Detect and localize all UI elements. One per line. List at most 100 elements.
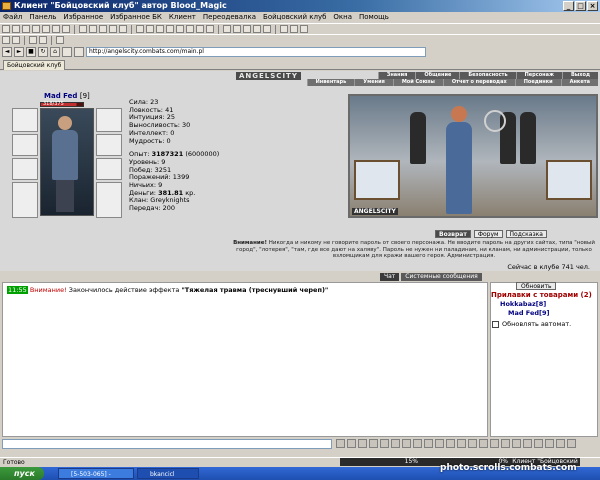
chat-tool-icon[interactable] bbox=[545, 439, 554, 448]
nav-profile[interactable]: Анкета bbox=[560, 79, 598, 86]
chat-tool-icon[interactable] bbox=[402, 439, 411, 448]
nav-skills[interactable]: Умения bbox=[354, 79, 393, 86]
tool-icon[interactable] bbox=[176, 25, 184, 33]
tool-icon[interactable] bbox=[290, 25, 298, 33]
chat-tool-icon[interactable] bbox=[413, 439, 422, 448]
save-icon[interactable] bbox=[22, 25, 30, 33]
forward-icon[interactable]: ► bbox=[14, 47, 24, 57]
tool-icon[interactable] bbox=[243, 25, 251, 33]
open-icon[interactable] bbox=[12, 25, 20, 33]
tool-icon[interactable] bbox=[12, 36, 20, 44]
tool-icon[interactable] bbox=[196, 25, 204, 33]
tab-fight-club[interactable]: Бойцовский клуб bbox=[3, 60, 66, 70]
hint-button[interactable]: Подсказка bbox=[505, 230, 547, 238]
home-icon[interactable] bbox=[119, 25, 127, 33]
nav-exit[interactable]: Выход bbox=[561, 72, 598, 79]
tool-icon[interactable] bbox=[253, 25, 261, 33]
nav-knowledge[interactable]: Знания bbox=[377, 72, 416, 79]
tab-chat[interactable]: Чат bbox=[380, 273, 400, 281]
tool-icon[interactable] bbox=[146, 25, 154, 33]
tool-icon[interactable] bbox=[223, 25, 231, 33]
stall-user[interactable]: Mad Fed[9] bbox=[508, 309, 549, 317]
paste-icon[interactable] bbox=[62, 25, 70, 33]
chat-tool-icon[interactable] bbox=[479, 439, 488, 448]
tool-icon[interactable] bbox=[166, 25, 174, 33]
nav-inventory[interactable]: Инвентарь bbox=[306, 79, 355, 86]
chat-tool-icon[interactable] bbox=[523, 439, 532, 448]
menu-favorites[interactable]: Избранное bbox=[63, 12, 103, 23]
boots-slot[interactable] bbox=[96, 182, 122, 218]
refresh-icon[interactable]: ↻ bbox=[38, 47, 48, 57]
back-icon[interactable] bbox=[79, 25, 87, 33]
tool-icon[interactable] bbox=[29, 36, 37, 44]
nav-communication[interactable]: Общение bbox=[415, 72, 459, 79]
print-icon[interactable] bbox=[62, 47, 72, 57]
chat-tool-icon[interactable] bbox=[468, 439, 477, 448]
menu-windows[interactable]: Окна bbox=[333, 12, 352, 23]
chat-tool-icon[interactable] bbox=[380, 439, 389, 448]
filter-icon[interactable] bbox=[369, 439, 378, 448]
menu-help[interactable]: Помощь bbox=[359, 12, 389, 23]
chat-tool-icon[interactable] bbox=[424, 439, 433, 448]
smile-icon[interactable] bbox=[347, 439, 356, 448]
tool-icon[interactable] bbox=[2, 36, 10, 44]
menu-client[interactable]: Клиент bbox=[169, 12, 196, 23]
tool-icon[interactable] bbox=[156, 25, 164, 33]
back-icon[interactable]: ◄ bbox=[2, 47, 12, 57]
stall-user[interactable]: Hokkabaz[8] bbox=[500, 300, 546, 308]
forum-button[interactable]: Форум bbox=[473, 230, 503, 238]
nav-fights[interactable]: Поединки bbox=[514, 79, 561, 86]
room-scene[interactable]: ANGELSCITY bbox=[348, 94, 598, 218]
chat-tool-icon[interactable] bbox=[435, 439, 444, 448]
earring-slot[interactable] bbox=[96, 108, 122, 132]
chat-tool-icon[interactable] bbox=[457, 439, 466, 448]
tool-icon[interactable] bbox=[39, 36, 47, 44]
chat-tool-icon[interactable] bbox=[501, 439, 510, 448]
refresh-button[interactable]: Обновить bbox=[516, 282, 557, 290]
stop-icon[interactable] bbox=[99, 25, 107, 33]
refresh-icon[interactable] bbox=[109, 25, 117, 33]
cut-icon[interactable] bbox=[42, 25, 50, 33]
menu-favorites-bk[interactable]: Избранное БК bbox=[110, 12, 162, 23]
chat-tool-icon[interactable] bbox=[391, 439, 400, 448]
tool-icon[interactable] bbox=[136, 25, 144, 33]
nav-character[interactable]: Персонаж bbox=[515, 72, 562, 79]
menu-panel[interactable]: Панель bbox=[29, 12, 56, 23]
maximize-button[interactable]: □ bbox=[575, 1, 586, 11]
chat-tool-icon[interactable] bbox=[556, 439, 565, 448]
nav-unions[interactable]: Мой Союзы bbox=[392, 79, 443, 86]
copy-icon[interactable] bbox=[52, 25, 60, 33]
print-icon[interactable] bbox=[32, 25, 40, 33]
send-icon[interactable] bbox=[336, 439, 345, 448]
chat-tool-icon[interactable] bbox=[490, 439, 499, 448]
chat-tool-icon[interactable] bbox=[446, 439, 455, 448]
nav-transfers[interactable]: Отчет о переводах bbox=[442, 79, 515, 86]
character-name[interactable]: Mad Fed [9] bbox=[44, 92, 90, 100]
return-button[interactable]: Возврат bbox=[435, 230, 471, 238]
clear-icon[interactable] bbox=[358, 439, 367, 448]
chat-tool-icon[interactable] bbox=[567, 439, 576, 448]
stop-icon[interactable]: ■ bbox=[26, 47, 36, 57]
menu-dressing[interactable]: Переодевалка bbox=[203, 12, 256, 23]
tool-icon[interactable] bbox=[56, 36, 64, 44]
home-icon[interactable]: ⌂ bbox=[50, 47, 60, 57]
auto-refresh-toggle[interactable]: Обновлять автомат. bbox=[492, 320, 571, 328]
helmet-slot[interactable] bbox=[12, 108, 38, 132]
tool-icon[interactable] bbox=[300, 25, 308, 33]
url-input[interactable]: http://angelscity.combats.com/main.pl bbox=[86, 47, 426, 57]
tool-icon[interactable] bbox=[206, 25, 214, 33]
gloves-slot[interactable] bbox=[96, 158, 122, 180]
tool-icon[interactable] bbox=[186, 25, 194, 33]
menu-file[interactable]: Файл bbox=[3, 12, 22, 23]
go-icon[interactable] bbox=[74, 47, 84, 57]
bracer-slot[interactable] bbox=[12, 182, 38, 218]
close-button[interactable]: × bbox=[587, 1, 598, 11]
forward-icon[interactable] bbox=[89, 25, 97, 33]
tool-icon[interactable] bbox=[233, 25, 241, 33]
armor-slot[interactable] bbox=[12, 158, 38, 180]
new-icon[interactable] bbox=[2, 25, 10, 33]
menu-fight-club[interactable]: Бойцовский клуб bbox=[263, 12, 326, 23]
shield-slot[interactable] bbox=[96, 134, 122, 156]
start-button[interactable]: пуск bbox=[0, 467, 44, 480]
chat-tool-icon[interactable] bbox=[534, 439, 543, 448]
